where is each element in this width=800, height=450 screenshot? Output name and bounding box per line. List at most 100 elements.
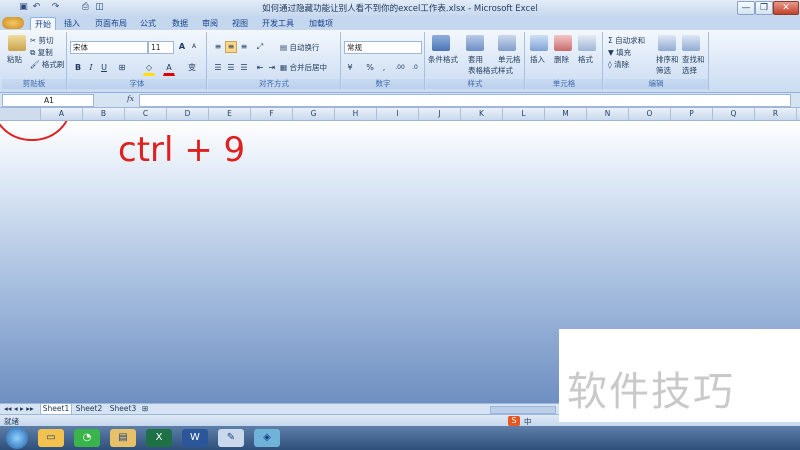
number-format-select[interactable]: 常规	[344, 41, 422, 54]
column-header[interactable]: B	[83, 108, 125, 120]
sheet-tab[interactable]: Sheet3	[108, 404, 138, 414]
tab-data[interactable]: 数据	[168, 17, 192, 30]
decrease-indent-icon[interactable]: ⇤	[254, 62, 266, 74]
column-header[interactable]: L	[503, 108, 545, 120]
italic-button[interactable]: I	[85, 62, 97, 74]
tab-formulas[interactable]: 公式	[136, 17, 160, 30]
start-button[interactable]	[6, 427, 28, 449]
ribbon-tabs: 开始 插入 页面布局 公式 数据 审阅 视图 开发工具 加载项	[0, 16, 800, 31]
column-header[interactable]: I	[377, 108, 419, 120]
clear-button[interactable]: ◊ 清除	[608, 59, 629, 70]
maximize-button[interactable]: ❐	[755, 1, 773, 15]
column-header[interactable]: N	[587, 108, 629, 120]
tab-review[interactable]: 审阅	[198, 17, 222, 30]
column-header[interactable]: J	[419, 108, 461, 120]
fill-color-icon[interactable]: ◇	[143, 62, 155, 76]
insert-cells-button[interactable]: 插入	[530, 54, 545, 65]
word-icon[interactable]: W	[182, 429, 208, 447]
app-icon[interactable]: ◈	[254, 429, 280, 447]
align-top-icon[interactable]: ≡	[212, 41, 224, 53]
cell-style-button[interactable]: 单元格 样式	[498, 54, 521, 76]
sheet-tab[interactable]: Sheet2	[74, 404, 104, 414]
orientation-icon[interactable]: ⤢	[254, 41, 266, 53]
wrap-text-button[interactable]: ▤ 自动换行	[280, 42, 319, 53]
find-select-button[interactable]: 查找和 选择	[682, 54, 705, 76]
decrease-decimal-button[interactable]: .0	[408, 62, 422, 74]
align-bottom-icon[interactable]: ≡	[238, 41, 250, 53]
sheet-nav-icon[interactable]: ◂◂ ◂ ▸ ▸▸	[4, 404, 34, 414]
column-header[interactable]: Q	[713, 108, 755, 120]
column-header[interactable]: D	[167, 108, 209, 120]
column-header[interactable]: P	[671, 108, 713, 120]
currency-icon[interactable]: ¥	[344, 62, 356, 74]
font-size-select[interactable]: 11	[148, 41, 174, 54]
increase-decimal-button[interactable]: .00	[392, 62, 408, 74]
shrink-font-button[interactable]: A	[188, 41, 200, 53]
column-header[interactable]: K	[461, 108, 503, 120]
conditional-format-button[interactable]: 条件格式	[428, 54, 458, 65]
alignment-group-label: 对齐方式	[208, 79, 340, 89]
format-painter-button[interactable]: 🖌 格式刷	[30, 59, 64, 70]
paste-button[interactable]: 粘贴	[7, 54, 22, 65]
tab-insert[interactable]: 插入	[60, 17, 84, 30]
table-format-label-2: 表格格式	[468, 66, 498, 75]
format-cells-button[interactable]: 格式	[578, 54, 593, 65]
percent-button[interactable]: %	[364, 62, 376, 74]
column-header[interactable]: H	[335, 108, 377, 120]
paint-icon[interactable]: ✎	[218, 429, 244, 447]
excel-icon[interactable]: X	[146, 429, 172, 447]
column-header[interactable]: E	[209, 108, 251, 120]
font-color-button[interactable]: A	[163, 62, 175, 76]
wechat-icon[interactable]: ◔	[74, 429, 100, 447]
fill-button[interactable]: ▼ 填充	[608, 47, 631, 58]
name-box[interactable]: A1	[2, 94, 94, 107]
column-header[interactable]: R	[755, 108, 797, 120]
column-header[interactable]: F	[251, 108, 293, 120]
align-middle-icon[interactable]: ≡	[225, 41, 237, 53]
column-header[interactable]: A	[41, 108, 83, 120]
bold-button[interactable]: B	[72, 62, 84, 74]
explorer-icon[interactable]: ▤	[110, 429, 136, 447]
annotation-circle	[0, 121, 68, 141]
column-header[interactable]: M	[545, 108, 587, 120]
align-right-icon[interactable]: ☰	[238, 62, 250, 74]
autosum-button[interactable]: Σ 自动求和	[608, 35, 645, 46]
underline-button[interactable]: U	[98, 62, 110, 74]
align-center-icon[interactable]: ☰	[225, 62, 237, 74]
increase-indent-icon[interactable]: ⇥	[266, 62, 278, 74]
cut-button[interactable]: ✂ 剪切	[30, 35, 54, 46]
formula-input[interactable]	[139, 94, 791, 107]
sort-label-1: 排序和	[656, 55, 679, 64]
tab-addins[interactable]: 加载项	[306, 17, 336, 30]
close-button[interactable]: ✕	[773, 1, 799, 15]
font-name-select[interactable]: 宋体	[70, 41, 148, 54]
merge-center-button[interactable]: ▦ 合并后居中	[280, 62, 327, 73]
tab-page-layout[interactable]: 页面布局	[92, 17, 130, 30]
column-header[interactable]: O	[629, 108, 671, 120]
horizontal-scrollbar[interactable]	[490, 406, 556, 414]
border-icon[interactable]: ⊞	[116, 62, 128, 74]
tab-view[interactable]: 视图	[228, 17, 252, 30]
minimize-button[interactable]: —	[737, 1, 755, 15]
delete-cells-button[interactable]: 删除	[554, 54, 569, 65]
watermark-text: 软件技巧	[567, 369, 735, 415]
copy-button[interactable]: ⧉ 复制	[30, 47, 53, 58]
sort-filter-button[interactable]: 排序和 筛选	[656, 54, 679, 76]
office-button[interactable]	[2, 17, 24, 29]
tab-developer[interactable]: 开发工具	[260, 17, 296, 30]
cells-group: 插入 删除 格式 单元格	[526, 32, 603, 90]
column-header[interactable]: G	[293, 108, 335, 120]
align-left-icon[interactable]: ☰	[212, 62, 224, 74]
comma-button[interactable]: ,	[378, 62, 390, 74]
conditional-format-icon	[432, 35, 450, 51]
new-sheet-icon[interactable]: ⊞	[142, 404, 148, 414]
tab-home[interactable]: 开始	[30, 17, 56, 31]
grow-font-button[interactable]: A	[176, 41, 188, 53]
phonetic-button[interactable]: 变	[186, 62, 198, 74]
table-format-button[interactable]: 套用 表格格式	[468, 54, 498, 76]
window-title: 如何通过隐藏功能让别人看不到你的excel工作表.xlsx - Microsof…	[262, 4, 538, 14]
column-header[interactable]: C	[125, 108, 167, 120]
select-all-button[interactable]	[0, 108, 41, 120]
folder-icon[interactable]: ▭	[38, 429, 64, 447]
insert-function-button[interactable]: fx	[127, 94, 134, 103]
